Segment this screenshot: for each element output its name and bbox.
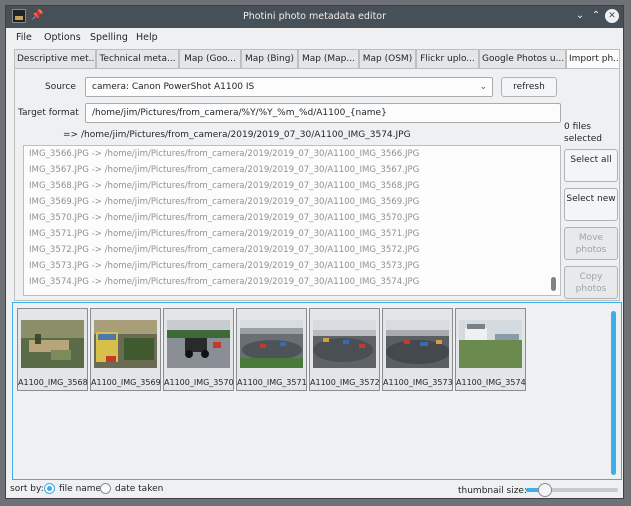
menu-help[interactable]: Help [136, 32, 158, 43]
select-all-button[interactable]: Select all [564, 149, 618, 182]
thumbnail-image [167, 320, 230, 368]
move-photos-label: Move photos [575, 233, 607, 255]
list-item[interactable]: IMG_3570.JPG -> /home/jim/Pictures/from_… [24, 210, 560, 226]
bottom-bar: sort by: file name date taken thumbnail … [6, 480, 623, 498]
menu-options[interactable]: Options [44, 32, 81, 43]
thumbnail[interactable]: A1100_IMG_3570 [163, 308, 234, 391]
chevron-down-icon: ⌄ [479, 82, 487, 92]
thumbnail-size-slider[interactable] [526, 483, 618, 497]
thumbnail[interactable]: A1100_IMG_3574 [455, 308, 526, 391]
sort-date-taken-label[interactable]: date taken [115, 484, 163, 494]
tab-map-bing[interactable]: Map (Bing) [241, 49, 298, 69]
list-item[interactable]: IMG_3566.JPG -> /home/jim/Pictures/from_… [24, 146, 560, 162]
list-item[interactable]: IMG_3568.JPG -> /home/jim/Pictures/from_… [24, 178, 560, 194]
thumbnail-area[interactable]: A1100_IMG_3568 A1100_IMG_3569 A1100_IMG_… [12, 302, 622, 480]
select-all-label: Select all [570, 155, 612, 165]
close-button[interactable]: ✕ [605, 9, 619, 23]
sort-file-name-radio[interactable] [44, 483, 55, 494]
list-item[interactable]: IMG_3573.JPG -> /home/jim/Pictures/from_… [24, 258, 560, 274]
thumbnail-image [94, 320, 157, 368]
thumbnail[interactable]: A1100_IMG_3572 [309, 308, 380, 391]
thumbnail-scrollbar[interactable] [611, 311, 616, 475]
thumbnail-caption: A1100_IMG_3574 [456, 378, 526, 387]
thumbnail-size-label: thumbnail size: [458, 486, 527, 496]
file-list-scrollbar[interactable] [551, 277, 556, 291]
thumbnail[interactable]: A1100_IMG_3569 [90, 308, 161, 391]
file-list[interactable]: IMG_3566.JPG -> /home/jim/Pictures/from_… [23, 145, 561, 296]
copy-photos-label: Copy photos [575, 272, 607, 294]
preview-arrow: => [63, 130, 79, 140]
select-new-label: Select new [566, 194, 616, 204]
files-selected-count: 0 files selected [564, 122, 602, 144]
title-bar: 📌 Photini photo metadata editor ⌄ ⌃ ✕ [6, 6, 623, 28]
thumbnail-image [386, 320, 449, 368]
sort-date-taken-radio[interactable] [100, 483, 111, 494]
copy-photos-button[interactable]: Copy photos [564, 266, 618, 299]
thumbnail[interactable]: A1100_IMG_3568 [17, 308, 88, 391]
tab-technical-metadata[interactable]: Technical meta... [96, 49, 179, 69]
tab-google-photos-upload[interactable]: Google Photos u... [479, 49, 566, 69]
thumbnail[interactable]: A1100_IMG_3571 [236, 308, 307, 391]
thumbnail-image [21, 320, 84, 368]
preview-path: /home/jim/Pictures/from_camera/2019/2019… [81, 130, 411, 140]
tab-map-mapbox[interactable]: Map (Map... [298, 49, 359, 69]
sort-file-name-label[interactable]: file name [59, 484, 101, 494]
tab-descriptive-metadata[interactable]: Descriptive met... [14, 49, 96, 69]
list-item[interactable]: IMG_3567.JPG -> /home/jim/Pictures/from_… [24, 162, 560, 178]
menu-bar: File Options Spelling Help [6, 28, 623, 48]
list-item[interactable]: IMG_3571.JPG -> /home/jim/Pictures/from_… [24, 226, 560, 242]
list-item[interactable]: IMG_3574.JPG -> /home/jim/Pictures/from_… [24, 274, 560, 290]
source-dropdown[interactable]: camera: Canon PowerShot A1100 IS ⌄ [85, 77, 493, 97]
source-label: Source [45, 82, 76, 92]
tab-flickr-upload[interactable]: Flickr uplo... [416, 49, 479, 69]
thumbnail-image [313, 320, 376, 368]
thumbnail-caption: A1100_IMG_3571 [237, 378, 307, 387]
chevron-up-icon: ⌃ [591, 10, 601, 21]
thumbnail-caption: A1100_IMG_3570 [164, 378, 234, 387]
source-value: camera: Canon PowerShot A1100 IS [92, 82, 255, 92]
tab-map-osm[interactable]: Map (OSM) [359, 49, 416, 69]
thumbnail-image [459, 320, 522, 368]
chevron-down-icon: ⌄ [575, 10, 585, 21]
thumbnail-caption: A1100_IMG_3569 [91, 378, 161, 387]
refresh-button[interactable]: refresh [501, 77, 557, 97]
move-photos-button[interactable]: Move photos [564, 227, 618, 260]
import-panel: Source camera: Canon PowerShot A1100 IS … [14, 68, 620, 301]
select-new-button[interactable]: Select new [564, 188, 618, 221]
menu-file[interactable]: File [16, 32, 32, 43]
close-icon: ✕ [608, 11, 616, 21]
list-item[interactable]: IMG_3569.JPG -> /home/jim/Pictures/from_… [24, 194, 560, 210]
tab-bar: Descriptive met... Technical meta... Map… [14, 49, 620, 70]
minimize-button[interactable]: ⌄ [573, 9, 587, 23]
list-item[interactable]: IMG_3572.JPG -> /home/jim/Pictures/from_… [24, 242, 560, 258]
tab-map-google[interactable]: Map (Goo... [179, 49, 241, 69]
thumbnail-caption: A1100_IMG_3572 [310, 378, 380, 387]
maximize-button[interactable]: ⌃ [589, 9, 603, 23]
window-title: Photini photo metadata editor [242, 11, 387, 22]
thumbnail[interactable]: A1100_IMG_3573 [382, 308, 453, 391]
target-format-label: Target format [18, 108, 79, 118]
thumbnail-caption: A1100_IMG_3568 [18, 378, 88, 387]
menu-spelling[interactable]: Spelling [90, 32, 128, 43]
sort-by-label: sort by: [10, 484, 44, 494]
tab-import-photos[interactable]: Import ph... [566, 49, 620, 70]
thumbnail-size-handle[interactable] [538, 483, 552, 497]
main-window: 📌 Photini photo metadata editor ⌄ ⌃ ✕ Fi… [5, 5, 624, 499]
target-format-input[interactable]: /home/jim/Pictures/from_camera/%Y/%Y_%m_… [85, 103, 561, 123]
thumbnail-image [240, 320, 303, 368]
thumbnail-caption: A1100_IMG_3573 [383, 378, 453, 387]
